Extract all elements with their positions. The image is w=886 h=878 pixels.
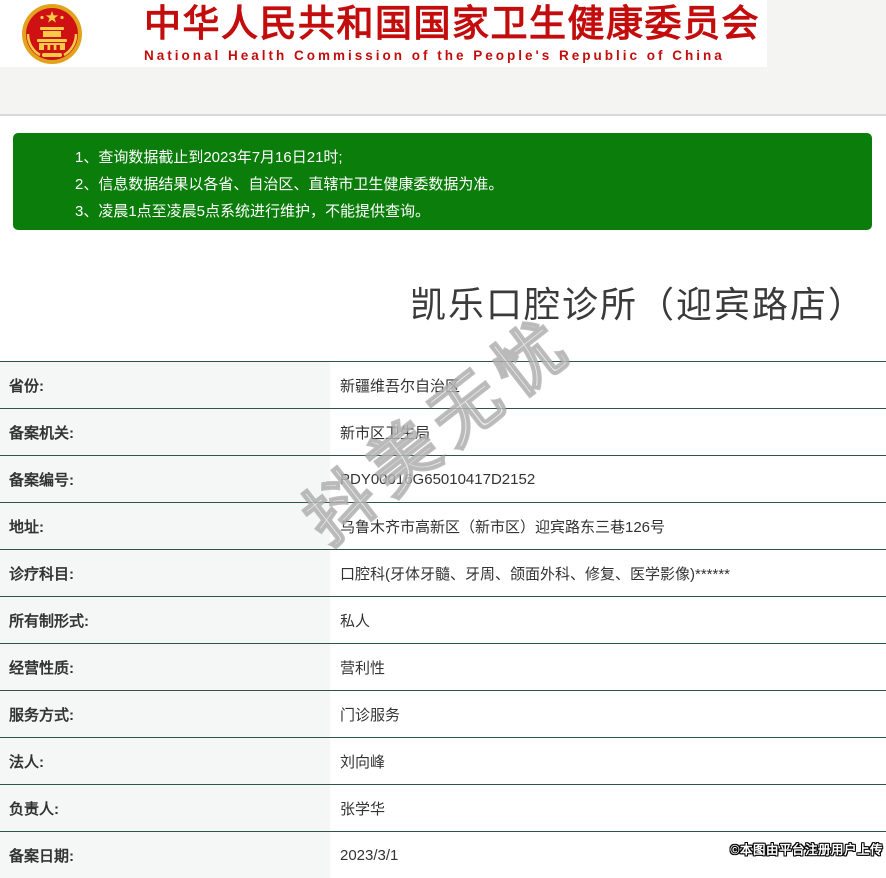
table-row-service-mode: 服务方式: 门诊服务: [0, 690, 886, 737]
field-label: 法人:: [0, 738, 330, 784]
site-header: 中华人民共和国国家卫生健康委员会 National Health Commiss…: [0, 0, 767, 67]
table-row-business-nature: 经营性质: 营利性: [0, 643, 886, 690]
table-row-filing-authority: 备案机关: 新市区卫生局: [0, 408, 886, 455]
field-value: 刘向峰: [330, 738, 886, 784]
field-value: 新市区卫生局: [330, 409, 886, 455]
notice-line-3: 3、凌晨1点至凌晨5点系统进行维护，不能提供查询。: [75, 203, 431, 220]
site-title-chinese: 中华人民共和国国家卫生健康委员会: [144, 2, 760, 44]
table-row-address: 地址: 乌鲁木齐市高新区（新市区）迎宾路东三巷126号: [0, 502, 886, 549]
upload-attribution-badge: ©本图由平台注册用户上传: [730, 843, 883, 857]
field-value: 营利性: [330, 644, 886, 690]
record-table: 省份: 新疆维吾尔自治区 备案机关: 新市区卫生局 备案编号: PDY00016…: [0, 361, 886, 878]
header-titles: 中华人民共和国国家卫生健康委员会 National Health Commiss…: [144, 2, 760, 64]
field-value: 私人: [330, 597, 886, 643]
table-row-clinical-departments: 诊疗科目: 口腔科(牙体牙髓、牙周、颌面外科、修复、医学影像)******: [0, 549, 886, 596]
field-value: PDY00016G65010417D2152: [330, 456, 886, 502]
field-label: 备案编号:: [0, 456, 330, 502]
field-value: 口腔科(牙体牙髓、牙周、颌面外科、修复、医学影像)******: [330, 550, 886, 596]
notice-line-2: 2、信息数据结果以各省、自治区、直辖市卫生健康委数据为准。: [75, 176, 504, 193]
emblem-svg: [22, 3, 82, 64]
field-value: 乌鲁木齐市高新区（新市区）迎宾路东三巷126号: [330, 503, 886, 549]
notice-line-1: 1、查询数据截止到2023年7月16日21时;: [75, 149, 343, 166]
site-title-english: National Health Commission of the People…: [144, 48, 725, 64]
field-label: 负责人:: [0, 785, 330, 831]
field-label: 所有制形式:: [0, 597, 330, 643]
field-value: 张学华: [330, 785, 886, 831]
table-row-province: 省份: 新疆维吾尔自治区: [0, 361, 886, 408]
table-row-ownership-type: 所有制形式: 私人: [0, 596, 886, 643]
field-value: 新疆维吾尔自治区: [330, 362, 886, 408]
field-label: 地址:: [0, 503, 330, 549]
table-row-filing-number: 备案编号: PDY00016G65010417D2152: [0, 455, 886, 502]
query-notice-box: 1、查询数据截止到2023年7月16日21时; 2、信息数据结果以各省、自治区、…: [13, 133, 872, 230]
field-value: 门诊服务: [330, 691, 886, 737]
field-label: 诊疗科目:: [0, 550, 330, 596]
table-row-person-in-charge: 负责人: 张学华: [0, 784, 886, 831]
china-national-emblem-icon: [6, 3, 98, 65]
field-label: 经营性质:: [0, 644, 330, 690]
clinic-name-title: 凯乐口腔诊所（迎宾路店）: [410, 284, 867, 325]
table-row-legal-person: 法人: 刘向峰: [0, 737, 886, 784]
field-label: 备案机关:: [0, 409, 330, 455]
field-label: 省份:: [0, 362, 330, 408]
field-label: 服务方式:: [0, 691, 330, 737]
field-label: 备案日期:: [0, 832, 330, 878]
